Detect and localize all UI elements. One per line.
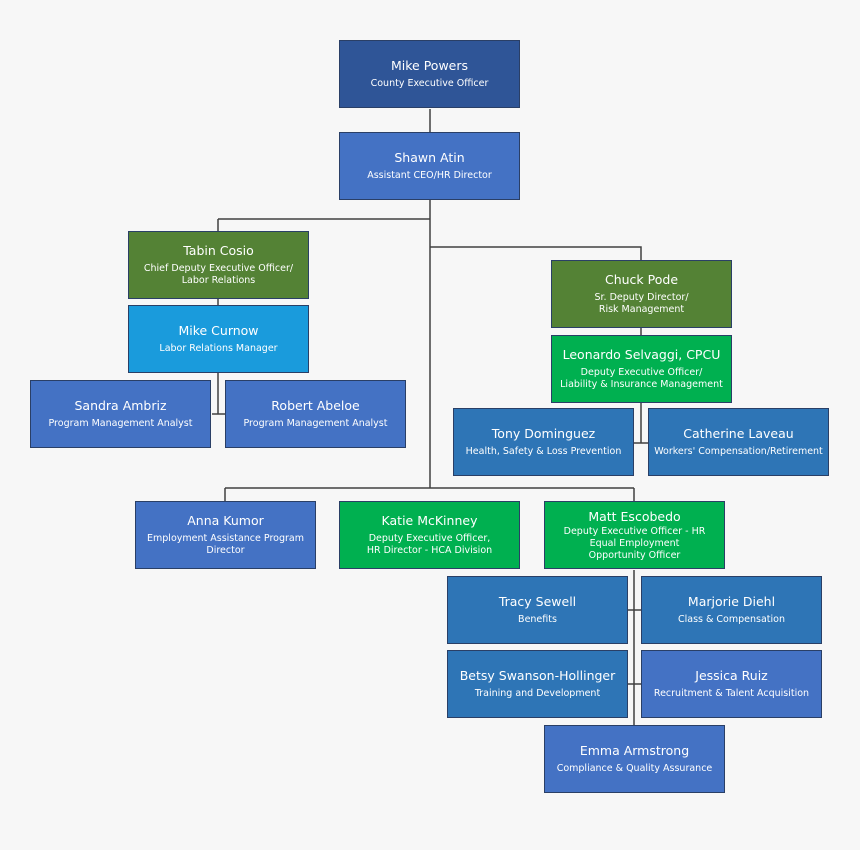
connector bbox=[430, 246, 642, 260]
node-title: Deputy Executive Officer/ Liability & In… bbox=[560, 366, 723, 391]
node-name: Tony Dominguez bbox=[491, 425, 596, 441]
org-node-shawn-atin: Shawn Atin Assistant CEO/HR Director bbox=[339, 132, 520, 200]
node-title: Deputy Executive Officer - HR Equal Empl… bbox=[563, 525, 706, 561]
org-node-jessica-ruiz: Jessica Ruiz Recruitment & Talent Acquisi… bbox=[641, 650, 822, 718]
node-name: Betsy Swanson-Hollinger bbox=[459, 667, 616, 683]
connector bbox=[212, 373, 225, 415]
org-node-betsy-swanson-hollinger: Betsy Swanson-Hollinger Training and Deve… bbox=[447, 650, 628, 718]
node-title: Compliance & Quality Assurance bbox=[556, 762, 713, 774]
node-name: Robert Abeloe bbox=[271, 397, 360, 413]
org-node-matt-escobedo: Matt Escobedo Deputy Executive Officer - … bbox=[544, 501, 725, 569]
node-name: Sandra Ambriz bbox=[74, 397, 167, 413]
node-title: Program Management Analyst bbox=[48, 417, 193, 429]
node-name: Mike Powers bbox=[390, 57, 469, 73]
connector bbox=[634, 403, 648, 444]
node-name: Matt Escobedo bbox=[588, 508, 681, 524]
node-title: Deputy Executive Officer, HR Director - … bbox=[366, 532, 493, 557]
node-title: Recruitment & Talent Acquisition bbox=[653, 687, 810, 699]
node-title: Program Management Analyst bbox=[243, 417, 388, 429]
node-title: Health, Safety & Loss Prevention bbox=[465, 445, 622, 457]
node-title: Chief Deputy Executive Officer/ Labor Re… bbox=[143, 262, 294, 287]
org-node-tracy-sewell: Tracy Sewell Benefits bbox=[447, 576, 628, 644]
node-name: Marjorie Diehl bbox=[687, 593, 776, 609]
org-node-mike-curnow: Mike Curnow Labor Relations Manager bbox=[128, 305, 309, 373]
node-title: Training and Development bbox=[474, 687, 601, 699]
org-node-marjorie-diehl: Marjorie Diehl Class & Compensation bbox=[641, 576, 822, 644]
node-name: Tabin Cosio bbox=[183, 242, 254, 258]
connector bbox=[224, 487, 635, 501]
node-name: Chuck Pode bbox=[604, 271, 679, 287]
node-name: Anna Kumor bbox=[187, 512, 264, 528]
org-node-katie-mckinney: Katie McKinney Deputy Executive Officer, … bbox=[339, 501, 520, 569]
org-node-leonardo-selvaggi: Leonardo Selvaggi, CPCU Deputy Executive … bbox=[551, 335, 732, 403]
node-name: Catherine Laveau bbox=[683, 425, 794, 441]
node-name: Jessica Ruiz bbox=[695, 667, 768, 683]
node-name: Shawn Atin bbox=[394, 149, 465, 165]
node-title: County Executive Officer bbox=[370, 77, 489, 89]
connector bbox=[217, 218, 430, 231]
org-node-chuck-pode: Chuck Pode Sr. Deputy Director/ Risk Mana… bbox=[551, 260, 732, 328]
org-node-tabin-cosio: Tabin Cosio Chief Deputy Executive Office… bbox=[128, 231, 309, 299]
node-name: Katie McKinney bbox=[381, 512, 478, 528]
node-name: Mike Curnow bbox=[178, 322, 259, 338]
node-title: Sr. Deputy Director/ Risk Management bbox=[594, 291, 689, 316]
node-title: Workers' Compensation/Retirement bbox=[654, 445, 823, 457]
org-node-anna-kumor: Anna Kumor Employment Assistance Program … bbox=[135, 501, 316, 569]
node-title: Assistant CEO/HR Director bbox=[367, 169, 492, 181]
org-node-catherine-laveau: Catherine Laveau Workers' Compensation/Re… bbox=[648, 408, 829, 476]
node-title: Employment Assistance Program Director bbox=[147, 532, 304, 557]
node-name: Tracy Sewell bbox=[498, 593, 577, 609]
org-node-mike-powers: Mike Powers County Executive Officer bbox=[339, 40, 520, 108]
org-node-tony-dominguez: Tony Dominguez Health, Safety & Loss Prev… bbox=[453, 408, 634, 476]
node-title: Class & Compensation bbox=[677, 613, 785, 625]
org-node-robert-abeloe: Robert Abeloe Program Management Analyst bbox=[225, 380, 406, 448]
node-title: Benefits bbox=[518, 613, 557, 625]
org-node-sandra-ambriz: Sandra Ambriz Program Management Analyst bbox=[30, 380, 211, 448]
org-node-emma-armstrong: Emma Armstrong Compliance & Quality Assur… bbox=[544, 725, 725, 793]
node-name: Emma Armstrong bbox=[579, 742, 690, 758]
node-title: Labor Relations Manager bbox=[159, 342, 278, 354]
node-name: Leonardo Selvaggi, CPCU bbox=[562, 346, 721, 362]
